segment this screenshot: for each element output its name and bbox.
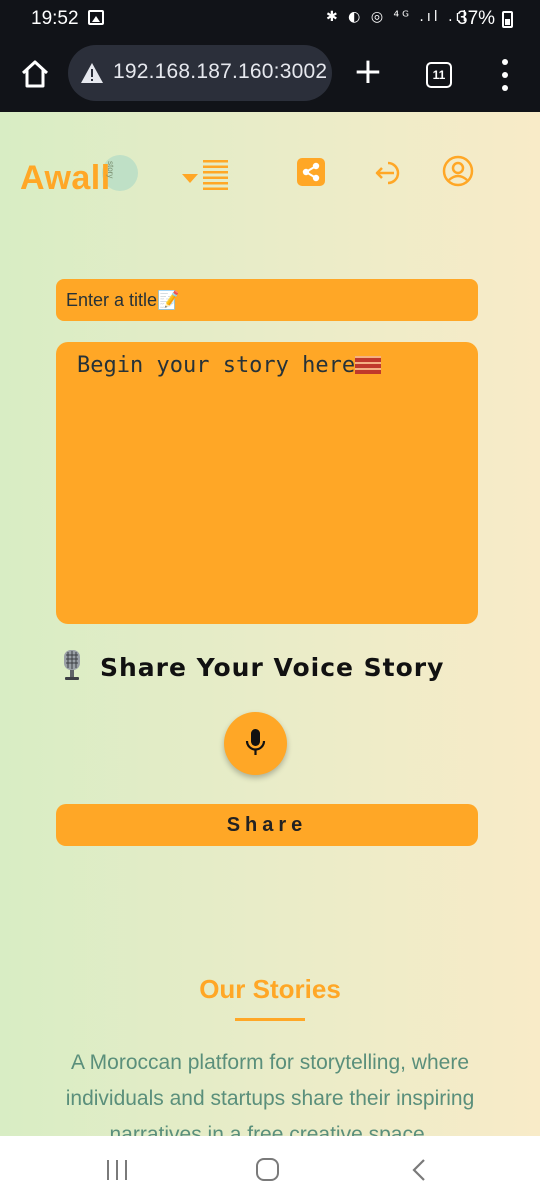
status-time: 19:52 <box>31 8 79 29</box>
share-button[interactable]: Share <box>56 804 478 846</box>
dropdown-triangle-icon[interactable] <box>182 174 198 183</box>
status-bar: 19:52 ✱ ◐ ◎ ⁴ᴳ .ıl .ıl 37% <box>0 0 540 38</box>
story-placeholder-text: Begin your story here <box>77 353 356 378</box>
title-input[interactable]: Enter a title📝 <box>56 279 478 321</box>
recent-apps-icon[interactable] <box>107 1160 129 1180</box>
section-title: Our Stories <box>199 974 341 1004</box>
brick-wall-icon <box>355 356 382 374</box>
page-content: Awall story Enter a title� <box>0 112 540 1136</box>
system-nav-bar <box>0 1136 540 1204</box>
tabs-count-button[interactable]: 11 <box>426 62 452 88</box>
url-bar[interactable]: 192.168.187.160:3002 <box>68 45 332 101</box>
share-icon[interactable] <box>297 158 325 186</box>
logo-subtext: story <box>106 161 115 179</box>
section-title-underline <box>235 1018 305 1021</box>
story-placeholder: Begin your story here <box>77 353 382 378</box>
title-placeholder: Enter a title📝 <box>66 290 180 310</box>
browser-menu-icon[interactable] <box>497 59 513 91</box>
url-text[interactable]: 192.168.187.160:3002 <box>113 60 327 84</box>
record-voice-button[interactable] <box>224 712 287 775</box>
battery-percent: 37% <box>457 8 496 29</box>
voice-story-title: Share Your Voice Story <box>100 653 445 682</box>
browser-toolbar: 192.168.187.160:3002 + 11 <box>0 38 540 112</box>
warning-icon[interactable] <box>80 62 104 84</box>
microphone-icon <box>245 728 266 758</box>
browser-home-icon[interactable] <box>18 57 52 91</box>
studio-microphone-icon <box>62 649 82 681</box>
story-textarea[interactable]: Begin your story here <box>56 342 478 624</box>
logout-icon[interactable] <box>374 159 406 187</box>
logo-text: Awall <box>20 159 111 197</box>
menu-list-icon[interactable] <box>203 160 228 190</box>
home-icon[interactable] <box>256 1158 279 1181</box>
battery-icon <box>502 11 513 28</box>
back-icon[interactable] <box>411 1158 427 1182</box>
user-profile-icon[interactable] <box>442 155 474 187</box>
section-description: A Moroccan platform for storytelling, wh… <box>65 1051 475 1136</box>
gallery-icon <box>88 10 104 25</box>
new-tab-icon[interactable]: + <box>352 54 384 94</box>
status-icons: ✱ ◐ ◎ ⁴ᴳ .ıl .ıl <box>326 9 470 25</box>
